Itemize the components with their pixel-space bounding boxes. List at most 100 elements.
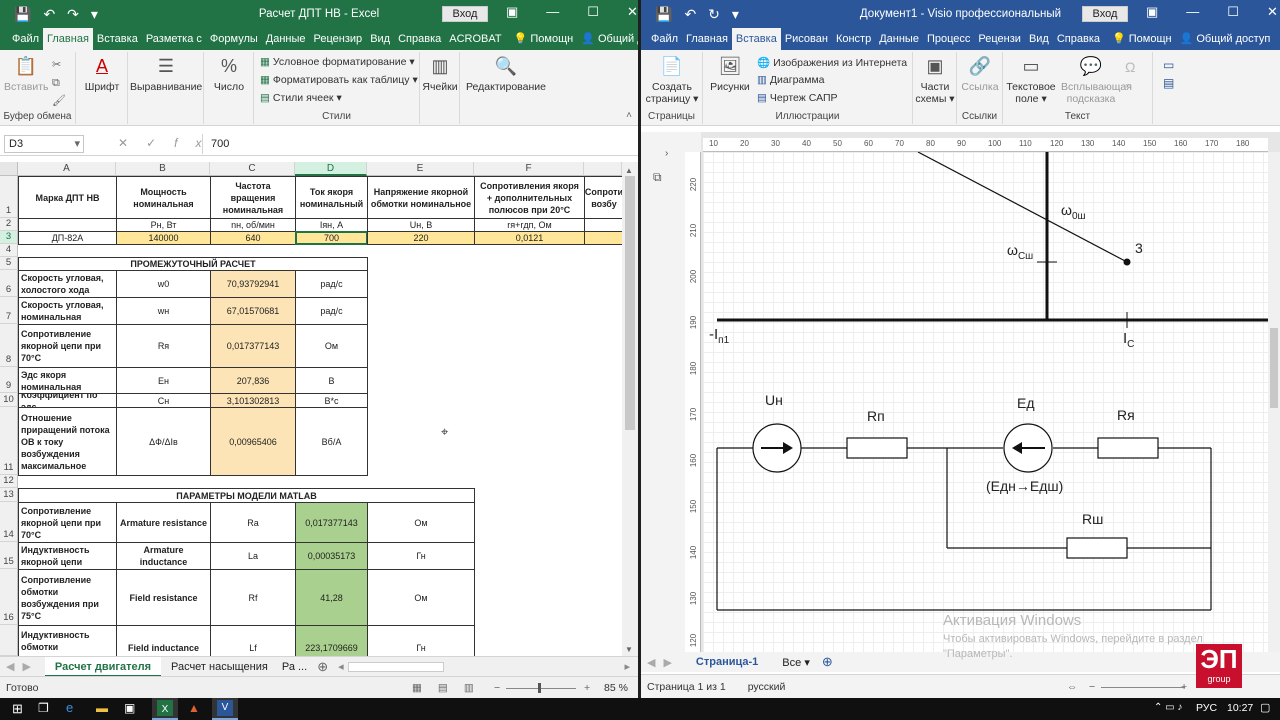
shapes-icon[interactable]: ⧉ (653, 170, 662, 185)
unit-cell[interactable] (18, 218, 117, 232)
matlab-name-cell[interactable]: Индуктивность якорной цепи (18, 542, 117, 570)
add-sheet-icon[interactable]: ⊕ (311, 659, 334, 675)
label-omega-0[interactable]: ω0ш (1061, 202, 1086, 222)
label-point[interactable]: 3 (1135, 240, 1143, 256)
matlab-title[interactable]: ПАРАМЕТРЫ МОДЕЛИ MATLAB (18, 488, 475, 503)
matlab-unit-cell[interactable]: Ом (367, 569, 475, 626)
row-header[interactable]: 9 (0, 367, 18, 393)
tab-help[interactable]: Справка (1053, 28, 1104, 50)
row-header[interactable]: 2 (0, 218, 18, 231)
store-icon[interactable]: ▣ (124, 701, 135, 715)
maximize-icon[interactable]: ☐ (587, 4, 599, 20)
matlab-eng-cell[interactable]: Field inductance (116, 625, 211, 656)
paste-button[interactable]: 📋 Вставить (4, 54, 49, 93)
scroll-up-icon[interactable]: ▲ (625, 166, 633, 175)
inter-name-cell[interactable]: Отношение приращений потока ОВ к току во… (18, 407, 117, 476)
matlab-name-cell[interactable]: Сопротивление обмотки возбуждения при 75… (18, 569, 117, 626)
inter-symbol-cell[interactable]: ΔФ/ΔIв (116, 407, 211, 476)
zoom-slider[interactable] (1101, 687, 1185, 688)
spreadsheet-grid[interactable]: A B C D E F 1 2 3 4 5 6 7 8 9 10 11 12 1… (0, 162, 622, 656)
undo-icon[interactable]: ↶ (43, 6, 55, 23)
notifications-icon[interactable]: ▢ (1260, 701, 1270, 714)
matlab-unit-cell[interactable]: Гн (367, 625, 475, 656)
column-header-a[interactable]: A (18, 162, 116, 176)
label-omega-c[interactable]: ωCш (1007, 242, 1033, 262)
windows-start-icon[interactable]: ⊞ (12, 701, 23, 717)
header-cell-voltage[interactable]: Напряжение якорной обмотки номинальное (367, 176, 475, 219)
row-header[interactable]: 8 (0, 324, 18, 367)
tab-file[interactable]: Файл (641, 28, 682, 50)
save-icon[interactable]: 💾 (14, 6, 31, 23)
font-button[interactable]: A Шрифт (80, 54, 124, 93)
label-ra[interactable]: Rя (1117, 407, 1135, 423)
matlab-eng-cell[interactable]: Field resistance (116, 569, 211, 626)
label-in1[interactable]: -Iп1 (709, 326, 729, 346)
unit-cell[interactable]: rя+rдп, Ом (474, 218, 585, 232)
number-button[interactable]: % Число (206, 54, 252, 93)
row-header[interactable] (0, 625, 18, 656)
row-header[interactable]: 5 (0, 257, 18, 270)
inter-unit-cell[interactable]: рад/с (295, 297, 368, 325)
zoom-in-icon[interactable]: + (584, 682, 590, 694)
login-button[interactable]: Вход (442, 6, 488, 22)
unit-cell[interactable]: Iян, А (295, 218, 368, 232)
input-language[interactable]: РУС (1196, 702, 1217, 714)
cell-styles-button[interactable]: ▤ Стили ячеек ▾ (260, 92, 342, 104)
tab-acrobat[interactable]: ACROBAT (445, 28, 505, 50)
save-icon[interactable]: 💾 (655, 6, 672, 23)
cancel-icon[interactable]: ✕ (118, 136, 146, 150)
matlab-name-cell[interactable]: Сопротивление якорной цепи при 70°С (18, 502, 117, 543)
close-icon[interactable]: ✕ (627, 4, 638, 20)
ribbon-options-icon[interactable]: ▣ (506, 4, 518, 20)
omega-icon[interactable]: Ω (1125, 58, 1135, 76)
add-page-icon[interactable]: ⊕ (814, 654, 841, 670)
matlab-name-cell[interactable]: Индуктивность обмотки (18, 625, 117, 656)
inter-value-cell[interactable]: 207,836 (210, 367, 296, 394)
scroll-thumb[interactable] (625, 176, 635, 430)
matlab-value-cell[interactable]: 0,00035173 (295, 542, 368, 570)
label-rsh[interactable]: Rш (1082, 511, 1103, 527)
tab-review[interactable]: Рецензи (974, 28, 1025, 50)
label-rp[interactable]: Rп (867, 408, 885, 424)
header-cell-power[interactable]: Мощность номинальная (116, 176, 211, 219)
cut-icon[interactable]: ✂ (52, 56, 66, 74)
inter-unit-cell[interactable]: рад/с (295, 270, 368, 298)
page-tab-1[interactable]: Страница-1 (686, 656, 768, 668)
inter-unit-cell[interactable]: Ом (295, 324, 368, 368)
minimize-icon[interactable]: — (546, 4, 559, 20)
maximize-icon[interactable]: ☐ (1227, 4, 1239, 20)
diagram-parts-button[interactable]: ▣ Части схемы ▾ (913, 54, 957, 105)
unit-cell[interactable] (584, 218, 622, 232)
page-nav-icons[interactable]: ◀▶ (641, 656, 686, 669)
value-cell-resistance[interactable]: 0,0121 (474, 231, 585, 245)
tab-share[interactable]: 👤 Общий доступ (1176, 28, 1275, 50)
zoom-out-icon[interactable]: − (494, 682, 500, 694)
row-header[interactable]: 4 (0, 244, 18, 257)
inter-value-cell[interactable]: 0,017377143 (210, 324, 296, 368)
row-header[interactable]: 7 (0, 297, 18, 324)
select-all-corner[interactable] (0, 162, 18, 176)
scroll-thumb[interactable] (1270, 328, 1278, 408)
refresh-icon[interactable]: ↻ (708, 6, 720, 23)
view-mode-icons[interactable]: ▦▤▥ (412, 682, 490, 694)
header-cell-resistance[interactable]: Сопротивления якоря + дополнительных пол… (474, 176, 585, 219)
column-header-b[interactable]: B (116, 162, 210, 176)
tab-tell-me[interactable]: 💡 Помощн (506, 28, 578, 50)
excel-taskbar-icon[interactable]: X (152, 698, 178, 720)
label-edn[interactable]: (Едн→Едш) (986, 478, 1063, 494)
resistor-rsh[interactable] (1066, 537, 1128, 559)
matlab-value-cell[interactable]: 0,017377143 (295, 502, 368, 543)
inter-value-cell[interactable]: 70,93792941 (210, 270, 296, 298)
format-as-table-button[interactable]: ▦ Форматировать как таблицу ▾ (260, 74, 418, 86)
clock[interactable]: 10:27 (1227, 702, 1253, 714)
scroll-down-icon[interactable]: ▼ (625, 645, 633, 654)
editing-button[interactable]: 🔍 Редактирование (464, 54, 548, 93)
unit-cell[interactable]: Uн, В (367, 218, 475, 232)
matlab-value-cell[interactable]: 223,1709669 (295, 625, 368, 656)
tab-share[interactable]: 👤 Общий доступ (577, 28, 638, 50)
tab-tell-me[interactable]: 💡 Помощн (1104, 28, 1176, 50)
enter-icon[interactable]: ✓ (146, 136, 174, 150)
pictures-button[interactable]: 🖼 Рисунки (707, 54, 753, 93)
zoom-level[interactable]: 85 % (604, 682, 628, 694)
customize-icon[interactable]: ▾ (732, 6, 739, 23)
